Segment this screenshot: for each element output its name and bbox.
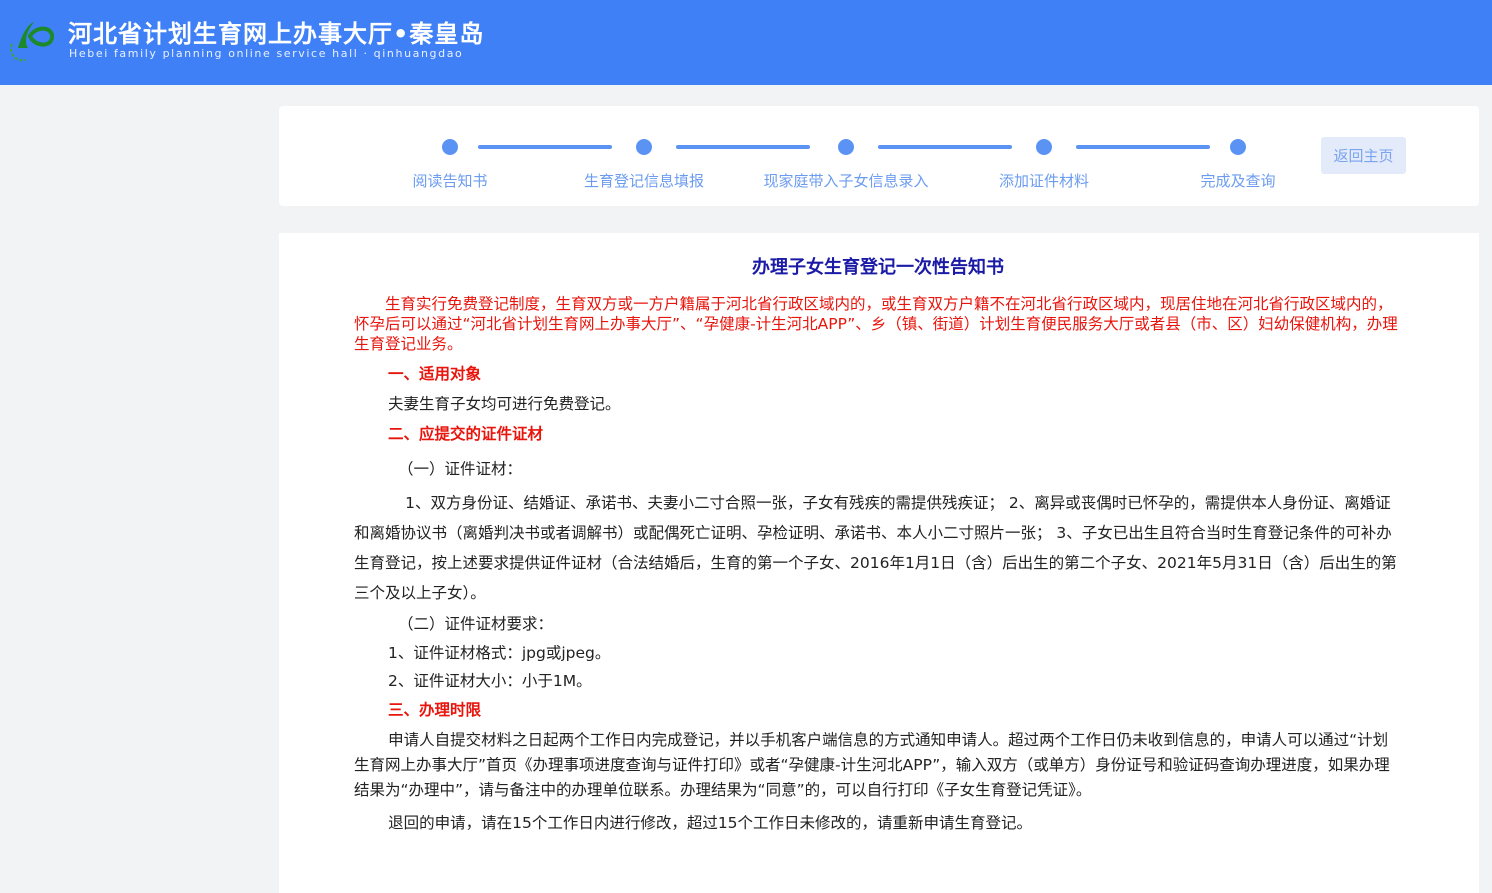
step-dot	[442, 139, 458, 155]
requirement-item: 1、证件证材格式：jpg或jpeg。	[354, 639, 1402, 667]
section-text: 退回的申请，请在15个工作日内进行修改，超过15个工作日未修改的，请重新申请生育…	[354, 811, 1402, 836]
site-header: 河北省计划生育网上办事大厅•秦皇岛 Hebei family planning …	[0, 0, 1492, 85]
step-dot	[838, 139, 854, 155]
intro-paragraph: 生育实行免费登记制度，生育双方或一方户籍属于河北省行政区域内的，或生育双方户籍不…	[354, 294, 1402, 354]
step-label: 完成及查询	[1200, 170, 1275, 191]
step-dot	[636, 139, 652, 155]
step-label: 生育登记信息填报	[584, 170, 704, 191]
requirement-item: 2、证件证材大小：小于1M。	[354, 667, 1402, 695]
notice-title: 办理子女生育登记一次性告知书	[354, 253, 1402, 293]
section-heading: 三、办理时限	[354, 695, 1402, 725]
step-connector	[878, 145, 1012, 149]
notice-document: 办理子女生育登记一次性告知书 生育实行免费登记制度，生育双方或一方户籍属于河北省…	[354, 233, 1402, 836]
step-label: 阅读告知书	[412, 170, 487, 191]
notice-card: 办理子女生育登记一次性告知书 生育实行免费登记制度，生育双方或一方户籍属于河北省…	[279, 233, 1479, 893]
return-home-button[interactable]: 返回主页	[1321, 137, 1406, 174]
step-dot	[1230, 139, 1246, 155]
step-dot	[1036, 139, 1052, 155]
step-connector	[1076, 145, 1210, 149]
section-text: 夫妻生育子女均可进行免费登记。	[354, 389, 1402, 419]
site-title: 河北省计划生育网上办事大厅•秦皇岛	[68, 14, 484, 49]
subsection-heading: （二）证件证材要求：	[354, 609, 1402, 639]
site-subtitle: Hebei family planning online service hal…	[69, 47, 463, 60]
step-label: 添加证件材料	[999, 170, 1089, 191]
step-label: 现家庭带入子女信息录入	[763, 170, 928, 191]
section-heading: 二、应提交的证件证材	[354, 419, 1402, 449]
step-connector	[676, 145, 810, 149]
subsection-heading: （一）证件证材：	[354, 454, 1402, 484]
section-text: 申请人自提交材料之日起两个工作日内完成登记，并以手机客户端信息的方式通知申请人。…	[354, 728, 1402, 803]
section-text: 1、双方身份证、结婚证、承诺书、夫妻小二寸合照一张，子女有残疾的需提供残疾证； …	[354, 488, 1402, 608]
step-connector	[478, 145, 612, 149]
progress-steps: 阅读告知书 生育登记信息填报 现家庭带入子女信息录入 添加证件材料 完成及查询 …	[279, 106, 1479, 206]
section-heading: 一、适用对象	[354, 359, 1402, 389]
logo-icon	[4, 14, 54, 64]
